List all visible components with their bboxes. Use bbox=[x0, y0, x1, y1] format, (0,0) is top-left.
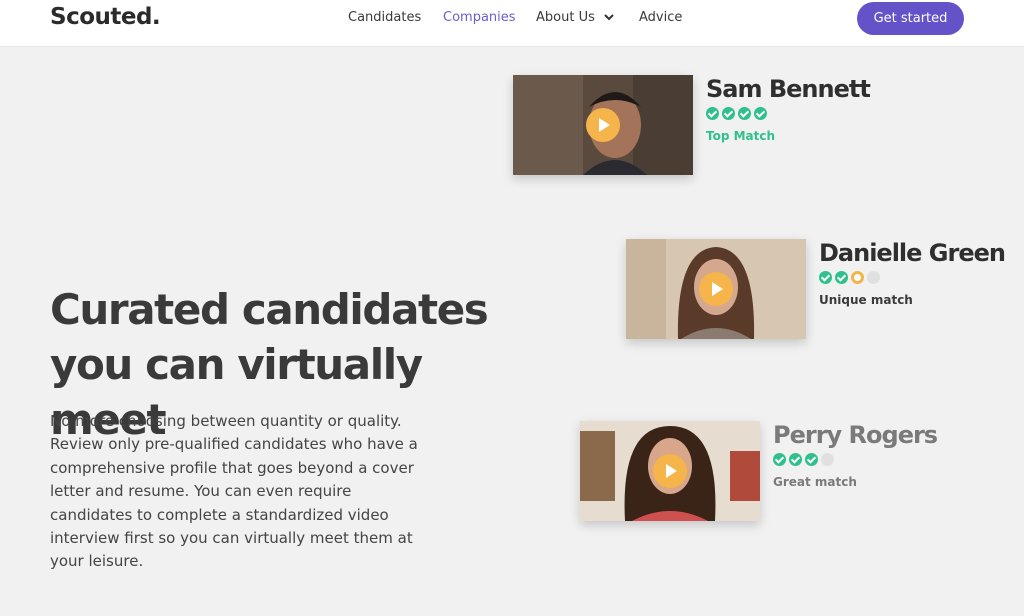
check-icon bbox=[754, 107, 767, 120]
hero-description: No more choosing between quantity or qua… bbox=[50, 412, 418, 571]
check-icon bbox=[789, 453, 802, 466]
play-icon[interactable] bbox=[699, 272, 733, 306]
rating-indicator bbox=[706, 107, 770, 121]
check-icon bbox=[805, 453, 818, 466]
candidate-name[interactable]: Sam Bennett bbox=[706, 75, 871, 103]
empty-dot-icon bbox=[821, 453, 834, 466]
nav-link-companies[interactable]: Companies bbox=[443, 10, 516, 26]
rating-indicator bbox=[819, 271, 883, 285]
check-icon bbox=[819, 271, 832, 284]
video-thumbnail[interactable] bbox=[626, 239, 806, 339]
empty-dot-icon bbox=[867, 271, 880, 284]
match-label: Unique match bbox=[819, 293, 913, 307]
play-icon[interactable] bbox=[653, 454, 687, 488]
candidate-name[interactable]: Perry Rogers bbox=[773, 421, 938, 449]
match-label: Top Match bbox=[706, 129, 776, 143]
get-started-button[interactable]: Get started bbox=[857, 2, 964, 35]
video-thumbnail[interactable] bbox=[513, 75, 693, 175]
nav-link-advice[interactable]: Advice bbox=[639, 10, 682, 26]
nav-link-about-label: About Us bbox=[536, 10, 595, 25]
nav-link-candidates[interactable]: Candidates bbox=[348, 10, 421, 26]
video-thumbnail[interactable] bbox=[580, 421, 760, 521]
match-label: Great match bbox=[773, 475, 857, 489]
check-icon bbox=[835, 271, 848, 284]
check-icon bbox=[773, 453, 786, 466]
top-nav: Scouted. Candidates Companies About Us A… bbox=[0, 0, 1024, 47]
check-icon bbox=[738, 107, 751, 120]
logo[interactable]: Scouted. bbox=[50, 4, 161, 30]
chevron-down-icon bbox=[604, 14, 614, 21]
check-icon bbox=[706, 107, 719, 120]
nav-link-about-us[interactable]: About Us bbox=[536, 10, 615, 26]
candidate-name[interactable]: Danielle Green bbox=[819, 239, 1006, 267]
rating-indicator bbox=[773, 453, 837, 467]
badge-icon bbox=[851, 271, 864, 284]
play-icon[interactable] bbox=[586, 108, 620, 142]
check-icon bbox=[722, 107, 735, 120]
